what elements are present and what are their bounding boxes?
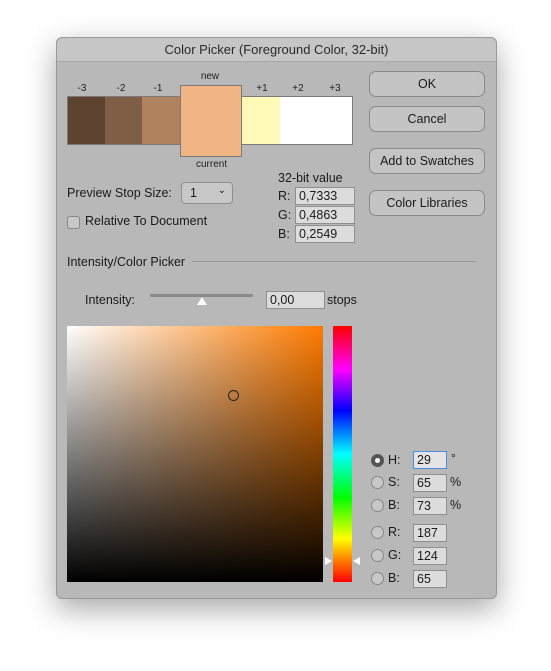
new-label: new [200,71,220,82]
r32-label: R: [278,189,291,203]
s-label: S: [388,475,400,489]
relative-checkbox[interactable] [67,216,80,229]
stop-swatch[interactable] [142,97,180,144]
degree-unit: ° [451,451,456,465]
h-input[interactable]: 29 [413,451,447,469]
ok-button[interactable]: OK [369,71,485,97]
r-label: R: [388,525,401,539]
b32-input[interactable]: 0,2549 [295,225,355,243]
hue-slider[interactable] [333,326,352,582]
slider-thumb[interactable] [196,297,207,305]
stop-label: +1 [256,83,268,94]
stop-swatch[interactable] [280,97,352,144]
g32-input[interactable]: 0,4863 [295,206,355,224]
percent-unit: % [450,498,462,512]
stop-label: -3 [77,83,87,94]
b32-label: B: [278,227,290,241]
color-libraries-button[interactable]: Color Libraries [369,190,485,216]
window-title: Color Picker (Foreground Color, 32-bit) [57,38,496,62]
brightness-input[interactable]: 73 [413,497,447,515]
r32-input[interactable]: 0,7333 [295,187,355,205]
stop-size-select[interactable]: 1 ⌄ [181,182,233,204]
color-field[interactable] [67,326,323,582]
s-radio[interactable] [371,476,384,489]
g32-label: G: [278,208,292,222]
stop-size-value: 1 [190,186,197,200]
blue-label: B: [388,571,400,585]
section-title: Intensity/Color Picker [67,255,186,269]
stops-unit: stops [327,293,357,307]
stop-swatch[interactable] [242,97,280,144]
stop-swatch[interactable] [68,97,105,144]
stop-label: +3 [329,83,341,94]
relative-label: Relative To Document [85,214,208,228]
add-to-swatches-button[interactable]: Add to Swatches [369,148,485,174]
stop-label: -2 [116,83,126,94]
intensity-input[interactable]: 0,00 [266,291,325,309]
bit32-title: 32-bit value [278,171,343,185]
h-radio[interactable] [371,454,384,467]
current-label: current [196,159,228,170]
intensity-label: Intensity: [85,293,136,307]
blue-input[interactable]: 65 [413,570,447,588]
s-input[interactable]: 65 [413,474,447,492]
r-radio[interactable] [371,526,384,539]
brightness-label: B: [388,498,400,512]
color-picker-dialog: Color Picker (Foreground Color, 32-bit) … [56,37,497,599]
blue-radio[interactable] [371,572,384,585]
new-current-swatch[interactable] [180,85,242,157]
stop-size-label: Preview Stop Size: [67,186,172,200]
stop-label: -1 [153,83,163,94]
hue-arrow-right[interactable] [353,557,360,566]
hue-arrow-left[interactable] [325,557,332,566]
g-label: G: [388,548,402,562]
h-label: H: [388,453,401,467]
intensity-slider[interactable] [150,294,253,305]
stop-label: +2 [292,83,304,94]
b-radio[interactable] [371,499,384,512]
divider [192,261,476,262]
g-input[interactable]: 124 [413,547,447,565]
g-radio[interactable] [371,549,384,562]
stop-swatch[interactable] [105,97,142,144]
percent-unit: % [450,475,462,489]
r-input[interactable]: 187 [413,524,447,542]
chevron-down-icon: ⌄ [217,185,226,196]
cancel-button[interactable]: Cancel [369,106,485,132]
